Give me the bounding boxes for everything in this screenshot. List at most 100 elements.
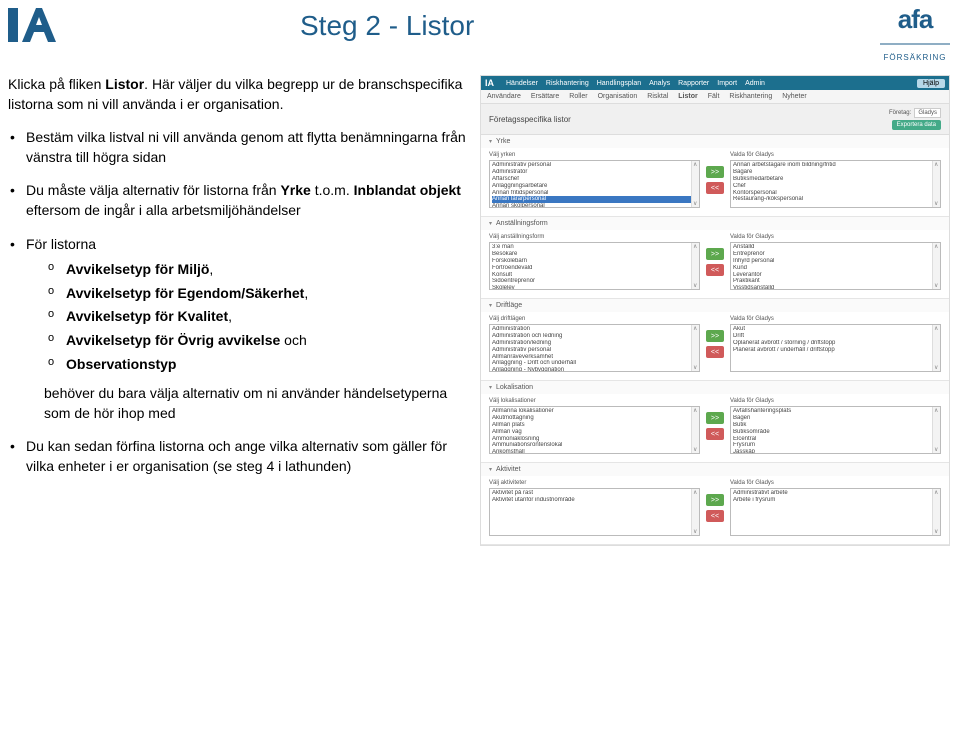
list-item[interactable]: Bagare bbox=[733, 169, 938, 176]
list-item[interactable]: Allmän väg bbox=[492, 429, 697, 436]
list-item[interactable]: Administration bbox=[492, 326, 697, 333]
topnav-item[interactable]: Import bbox=[717, 80, 737, 87]
move-right-button[interactable]: >> bbox=[706, 412, 724, 424]
subnav-item[interactable]: Riskhantering bbox=[729, 93, 772, 100]
scrollbar[interactable] bbox=[932, 489, 940, 535]
list-item[interactable]: Annan arbetstagare inom bildning/fritid bbox=[733, 162, 938, 169]
list-item[interactable]: Konsult bbox=[492, 272, 697, 279]
list-item[interactable]: Administration och ledning bbox=[492, 333, 697, 340]
list-item[interactable]: Administrativt arbete bbox=[733, 490, 938, 497]
topnav-item[interactable]: Handlingsplan bbox=[597, 80, 641, 87]
list-item[interactable]: Anläggning - Nybyggnation bbox=[492, 367, 697, 372]
list-item[interactable]: Kund bbox=[733, 265, 938, 272]
list-item[interactable]: Drift bbox=[733, 333, 938, 340]
list-item[interactable]: Administrativ personal bbox=[492, 162, 697, 169]
move-left-button[interactable]: << bbox=[706, 182, 724, 194]
subnav-item[interactable]: Ersättare bbox=[531, 93, 559, 100]
list-item[interactable]: Oplanerat avbrott / störning / driftstop… bbox=[733, 340, 938, 347]
list-item[interactable]: Administration/ledning bbox=[492, 340, 697, 347]
move-right-button[interactable]: >> bbox=[706, 494, 724, 506]
move-right-button[interactable]: >> bbox=[706, 166, 724, 178]
list-item[interactable]: 3:e man bbox=[492, 244, 697, 251]
listbox[interactable]: Administrativt arbeteArbete i frysrum bbox=[730, 488, 941, 536]
section-header[interactable]: ▾Aktivitet bbox=[481, 463, 949, 476]
subnav-item[interactable]: Risktal bbox=[647, 93, 668, 100]
list-item[interactable]: Entreprenör bbox=[733, 251, 938, 258]
listbox[interactable]: Administrativ personalAdministratörAffär… bbox=[489, 160, 700, 208]
listbox[interactable]: Allmänna lokalisationerAkutmottagningAll… bbox=[489, 406, 700, 454]
list-item[interactable]: Elcentral bbox=[733, 436, 938, 443]
scrollbar[interactable] bbox=[932, 161, 940, 207]
subnav-item[interactable]: Användare bbox=[487, 93, 521, 100]
scrollbar[interactable] bbox=[691, 407, 699, 453]
list-item[interactable]: Skolelev bbox=[492, 285, 697, 290]
scrollbar[interactable] bbox=[691, 489, 699, 535]
listbox[interactable]: AnställdEntreprenörInhyrd personalKundLe… bbox=[730, 242, 941, 290]
list-item[interactable]: Anställd bbox=[733, 244, 938, 251]
list-item[interactable]: Anläggning - Drift och underhåll bbox=[492, 360, 697, 367]
list-item[interactable]: Anläggningsarbetare bbox=[492, 183, 697, 190]
section-header[interactable]: ▾Lokalisation bbox=[481, 381, 949, 394]
scrollbar[interactable] bbox=[691, 161, 699, 207]
list-item[interactable]: Butiksområde bbox=[733, 429, 938, 436]
topnav-item[interactable]: Analys bbox=[649, 80, 670, 87]
subnav-item[interactable]: Nyheter bbox=[782, 93, 807, 100]
section-header[interactable]: ▾Yrke bbox=[481, 135, 949, 148]
scrollbar[interactable] bbox=[691, 243, 699, 289]
scrollbar[interactable] bbox=[932, 407, 940, 453]
section-header[interactable]: ▾Driftläge bbox=[481, 299, 949, 312]
list-item[interactable]: Administrativ personal bbox=[492, 347, 697, 354]
list-item[interactable]: Butiksmedarbetare bbox=[733, 176, 938, 183]
list-item[interactable]: Arbete i frysrum bbox=[733, 497, 938, 504]
scrollbar[interactable] bbox=[691, 325, 699, 371]
move-right-button[interactable]: >> bbox=[706, 248, 724, 260]
list-item[interactable]: Butik bbox=[733, 422, 938, 429]
list-item[interactable]: Planerat avbrott / underhåll / driftstop… bbox=[733, 347, 938, 354]
subnav-item[interactable]: Listor bbox=[678, 93, 697, 100]
list-item[interactable]: Affärschef bbox=[492, 176, 697, 183]
list-item[interactable]: Inhyrd personal bbox=[733, 258, 938, 265]
list-item[interactable]: Aktivitet utanför industriområde bbox=[492, 497, 697, 504]
list-item[interactable]: Förskolebarn bbox=[492, 258, 697, 265]
list-item[interactable]: Avfallshanteringsplats bbox=[733, 408, 938, 415]
subnav-item[interactable]: Fält bbox=[708, 93, 720, 100]
export-button[interactable]: Exportera data bbox=[892, 120, 941, 130]
section-header[interactable]: ▾Anställningsform bbox=[481, 217, 949, 230]
list-item[interactable]: Annan skolpersonal bbox=[492, 203, 697, 208]
list-item[interactable]: Förtroendevald bbox=[492, 265, 697, 272]
list-item[interactable]: Annan lärarpersonal bbox=[492, 196, 697, 203]
move-left-button[interactable]: << bbox=[706, 264, 724, 276]
topnav-item[interactable]: Riskhantering bbox=[546, 80, 589, 87]
scrollbar[interactable] bbox=[932, 243, 940, 289]
listbox[interactable]: AdministrationAdministration och ledning… bbox=[489, 324, 700, 372]
listbox[interactable]: AvfallshanteringsplatsBageriButikButikso… bbox=[730, 406, 941, 454]
move-left-button[interactable]: << bbox=[706, 510, 724, 522]
list-item[interactable]: Frysrum bbox=[733, 442, 938, 449]
scrollbar[interactable] bbox=[932, 325, 940, 371]
list-item[interactable]: Leverantör bbox=[733, 272, 938, 279]
list-item[interactable]: Kontorspersonal bbox=[733, 190, 938, 197]
list-item[interactable]: Allmän plats bbox=[492, 422, 697, 429]
list-item[interactable]: Ankomsthall bbox=[492, 449, 697, 454]
list-item[interactable]: Chef bbox=[733, 183, 938, 190]
help-button[interactable]: Hjälp bbox=[917, 79, 945, 88]
subnav-item[interactable]: Organisation bbox=[598, 93, 638, 100]
list-item[interactable]: Administratör bbox=[492, 169, 697, 176]
list-item[interactable]: Allmänräveverksamhet bbox=[492, 354, 697, 361]
move-left-button[interactable]: << bbox=[706, 346, 724, 358]
listbox[interactable]: Annan arbetstagare inom bildning/fritidB… bbox=[730, 160, 941, 208]
list-item[interactable]: Visstidsanställd bbox=[733, 285, 938, 290]
list-item[interactable]: Allmänna lokalisationer bbox=[492, 408, 697, 415]
list-item[interactable]: Besökare bbox=[492, 251, 697, 258]
list-item[interactable]: Praktikant bbox=[733, 278, 938, 285]
list-item[interactable]: Sidoentreprenör bbox=[492, 278, 697, 285]
listbox[interactable]: 3:e manBesökareFörskolebarnFörtroendeval… bbox=[489, 242, 700, 290]
list-item[interactable]: Akutmottagning bbox=[492, 415, 697, 422]
company-select[interactable]: Gladys bbox=[914, 108, 941, 118]
topnav-item[interactable]: Admin bbox=[745, 80, 765, 87]
topnav-item[interactable]: Händelser bbox=[506, 80, 538, 87]
move-right-button[interactable]: >> bbox=[706, 330, 724, 342]
list-item[interactable]: Bageri bbox=[733, 415, 938, 422]
topnav-item[interactable]: Rapporter bbox=[678, 80, 709, 87]
list-item[interactable]: Ammoniaklösning bbox=[492, 436, 697, 443]
